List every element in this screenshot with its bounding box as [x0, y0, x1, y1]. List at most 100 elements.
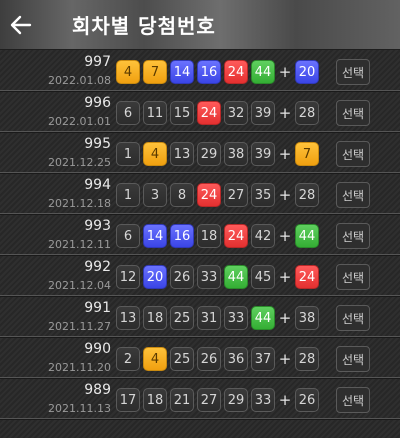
draw-date: 2021.12.18 [48, 197, 111, 210]
number-ball: 1 [116, 142, 140, 166]
page-title: 회차별 당첨번호 [72, 14, 216, 38]
round-number: 989 [84, 382, 111, 398]
bonus-ball: 26 [295, 388, 319, 412]
bonus-ball: 20 [295, 60, 319, 84]
number-ball: 44 [251, 306, 275, 330]
number-ball: 17 [116, 388, 140, 412]
number-ball: 44 [224, 265, 248, 289]
number-ball: 27 [224, 183, 248, 207]
select-button[interactable]: 선택 [336, 100, 370, 126]
number-ball: 14 [143, 224, 167, 248]
draw-date: 2021.11.20 [48, 361, 111, 374]
back-button[interactable] [8, 12, 34, 38]
draw-date: 2021.11.27 [48, 320, 111, 333]
number-ball: 24 [224, 224, 248, 248]
number-ball: 1 [116, 183, 140, 207]
number-ball: 6 [116, 101, 140, 125]
number-ball: 42 [251, 224, 275, 248]
winning-numbers: 1 4 13 29 38 39 +7 [116, 142, 322, 166]
winning-numbers: 4 7 14 16 24 44 +20 [116, 60, 322, 84]
round-number: 990 [84, 341, 111, 357]
round-number: 996 [84, 95, 111, 111]
number-ball: 37 [251, 347, 275, 371]
select-button[interactable]: 선택 [336, 223, 370, 249]
number-ball: 12 [116, 265, 140, 289]
winning-numbers: 2 4 25 26 36 37 +28 [116, 347, 322, 371]
number-ball: 2 [116, 347, 140, 371]
winning-numbers: 17 18 21 27 29 33 +26 [116, 388, 322, 412]
winning-numbers: 1 3 8 24 27 35 +28 [116, 183, 322, 207]
number-ball: 33 [251, 388, 275, 412]
app-header: 회차별 당첨번호 [0, 0, 400, 50]
select-button[interactable]: 선택 [336, 346, 370, 372]
draw-date: 2021.11.13 [48, 402, 111, 415]
round-row: 992 2021.12.04 12 20 26 33 44 45 +24 선택 [0, 255, 400, 296]
number-ball: 11 [143, 101, 167, 125]
number-ball: 6 [116, 224, 140, 248]
plus-icon: + [278, 391, 292, 409]
round-row: 995 2021.12.25 1 4 13 29 38 39 +7 선택 [0, 132, 400, 173]
number-ball: 8 [170, 183, 194, 207]
number-ball: 45 [251, 265, 275, 289]
number-ball: 29 [197, 142, 221, 166]
draw-date: 2021.12.25 [48, 156, 111, 169]
number-ball: 18 [143, 306, 167, 330]
number-ball: 15 [170, 101, 194, 125]
draw-date: 2022.01.01 [48, 115, 111, 128]
round-row: 990 2021.11.20 2 4 25 26 36 37 +28 선택 [0, 337, 400, 378]
select-button[interactable]: 선택 [336, 59, 370, 85]
number-ball: 25 [170, 347, 194, 371]
select-button[interactable]: 선택 [336, 387, 370, 413]
plus-icon: + [278, 145, 292, 163]
round-list[interactable]: 997 2022.01.08 4 7 14 16 24 44 +20 선택 996 2022.01.0… [0, 50, 400, 438]
number-ball: 33 [197, 265, 221, 289]
round-number: 991 [84, 300, 111, 316]
bonus-ball: 28 [295, 101, 319, 125]
round-number: 995 [84, 136, 111, 152]
winning-numbers: 13 18 25 31 33 44 +38 [116, 306, 322, 330]
bonus-ball: 38 [295, 306, 319, 330]
number-ball: 7 [143, 60, 167, 84]
number-ball: 36 [224, 347, 248, 371]
draw-date: 2021.12.11 [48, 238, 111, 251]
number-ball: 38 [224, 142, 248, 166]
select-button[interactable]: 선택 [336, 141, 370, 167]
winning-numbers: 12 20 26 33 44 45 +24 [116, 265, 322, 289]
number-ball: 13 [116, 306, 140, 330]
arrow-left-icon [10, 15, 32, 34]
round-number: 992 [84, 259, 111, 275]
bonus-ball: 44 [295, 224, 319, 248]
number-ball: 35 [251, 183, 275, 207]
number-ball: 39 [251, 101, 275, 125]
round-row: 997 2022.01.08 4 7 14 16 24 44 +20 선택 [0, 50, 400, 91]
round-row: 996 2022.01.01 6 11 15 24 32 39 +28 선택 [0, 91, 400, 132]
plus-icon: + [278, 227, 292, 245]
number-ball: 26 [170, 265, 194, 289]
number-ball: 4 [116, 60, 140, 84]
plus-icon: + [278, 350, 292, 368]
select-button[interactable]: 선택 [336, 182, 370, 208]
number-ball: 4 [143, 142, 167, 166]
bonus-ball: 28 [295, 347, 319, 371]
number-ball: 44 [251, 60, 275, 84]
select-button[interactable]: 선택 [336, 305, 370, 331]
round-number: 993 [84, 218, 111, 234]
number-ball: 25 [170, 306, 194, 330]
number-ball: 3 [143, 183, 167, 207]
number-ball: 31 [197, 306, 221, 330]
bonus-ball: 7 [295, 142, 319, 166]
round-row: 994 2021.12.18 1 3 8 24 27 35 +28 선택 [0, 173, 400, 214]
plus-icon: + [278, 309, 292, 327]
bonus-ball: 28 [295, 183, 319, 207]
winning-numbers: 6 14 16 18 24 42 +44 [116, 224, 322, 248]
plus-icon: + [278, 186, 292, 204]
number-ball: 24 [197, 101, 221, 125]
number-ball: 18 [143, 388, 167, 412]
round-row: 989 2021.11.13 17 18 21 27 29 33 +26 선택 [0, 378, 400, 419]
plus-icon: + [278, 104, 292, 122]
plus-icon: + [278, 63, 292, 81]
number-ball: 20 [143, 265, 167, 289]
number-ball: 18 [197, 224, 221, 248]
number-ball: 24 [197, 183, 221, 207]
select-button[interactable]: 선택 [336, 264, 370, 290]
